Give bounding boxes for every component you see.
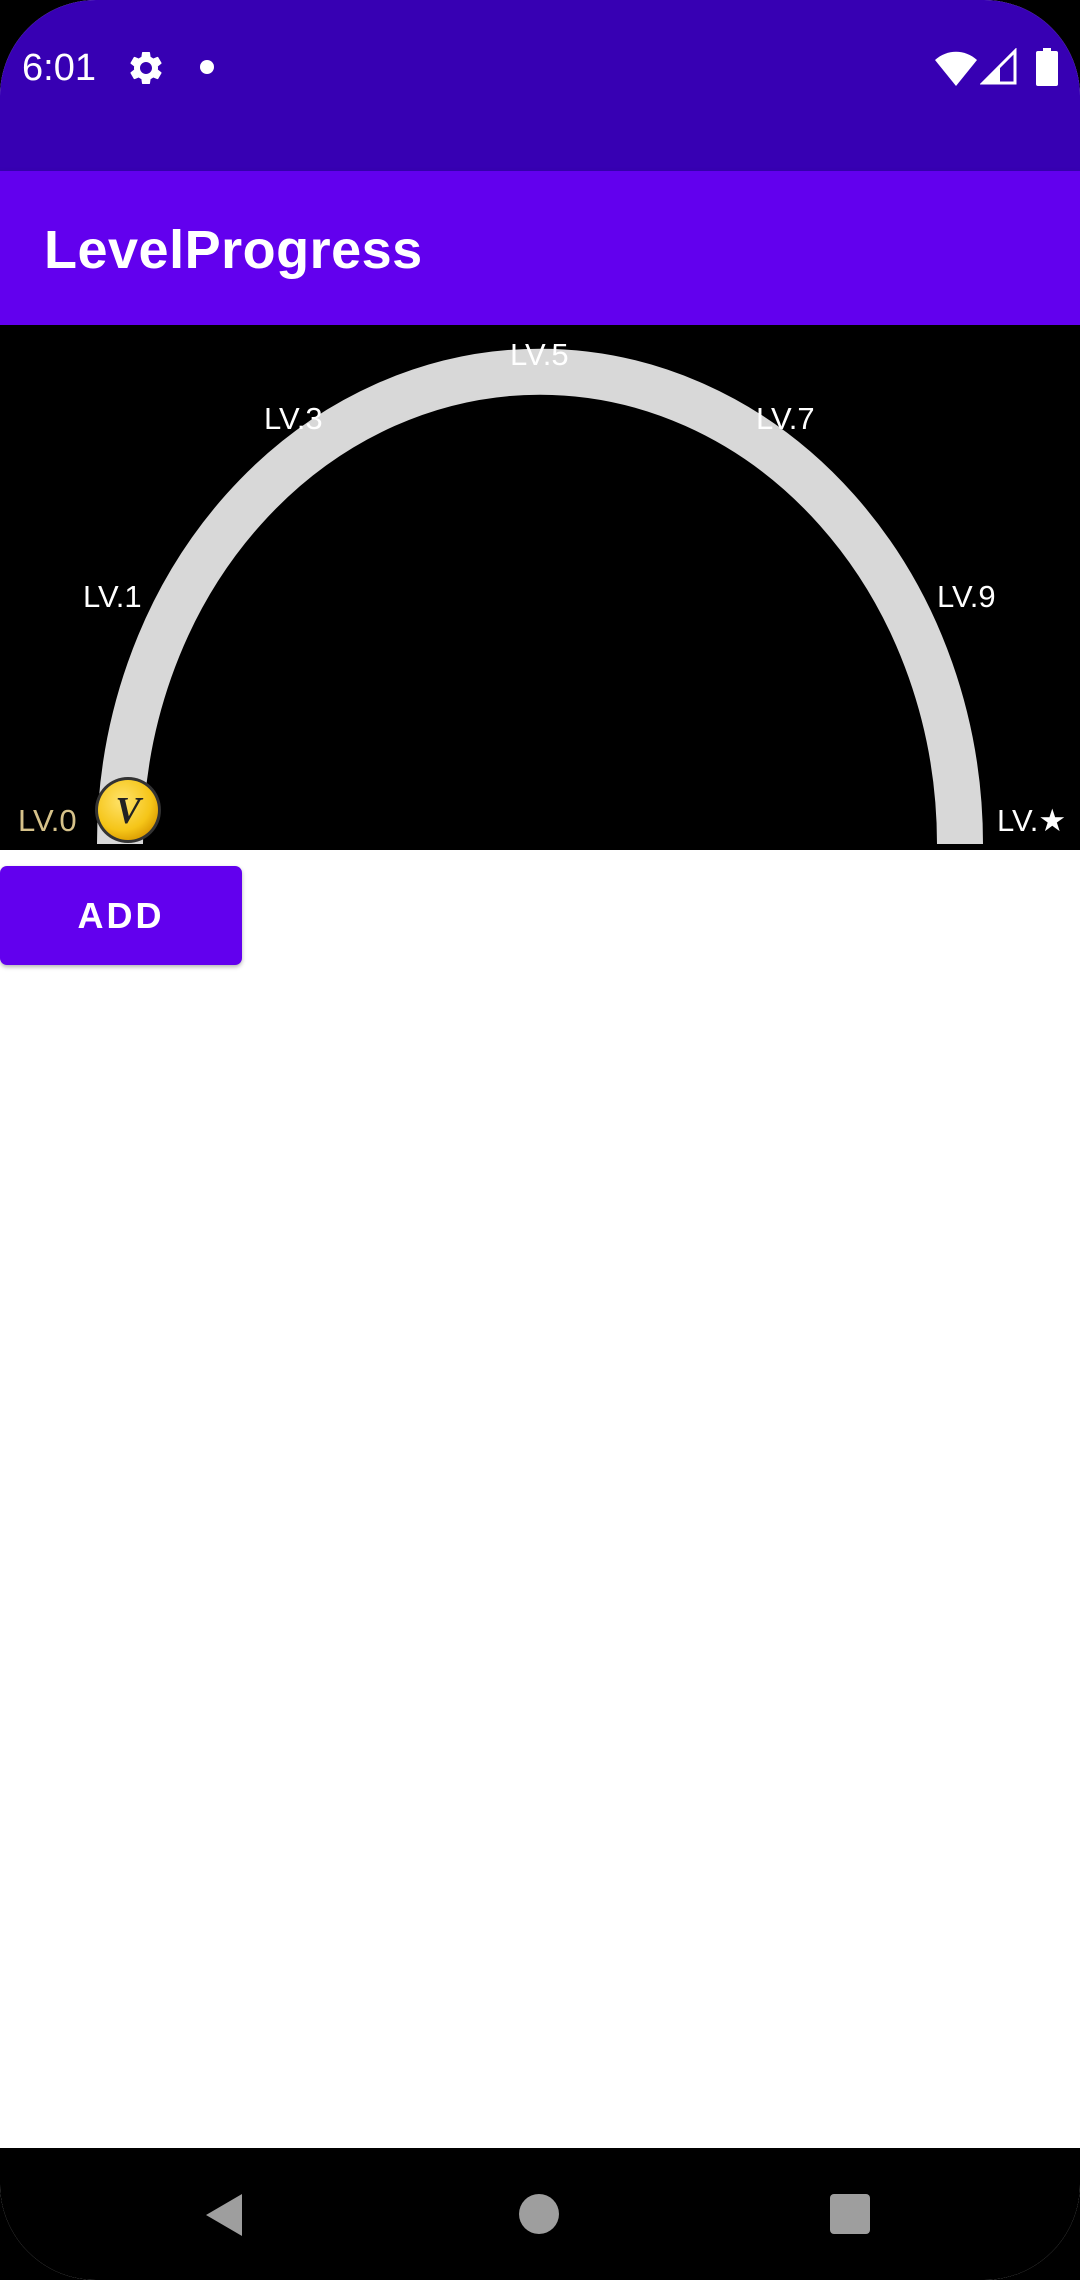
level-label-lv0: LV.0 xyxy=(18,803,77,838)
wifi-icon xyxy=(935,51,977,86)
level-label-lv7: LV.7 xyxy=(756,401,815,436)
level-progress-view: LV.0 LV.1 LV.3 LV.5 LV.7 LV.9 LV.★ V xyxy=(0,325,1080,850)
coin-letter: V xyxy=(115,790,143,832)
status-bar: 6:01 xyxy=(0,0,1080,171)
home-icon[interactable] xyxy=(519,2194,559,2234)
navigation-bar xyxy=(0,2148,1080,2280)
notification-dot-icon xyxy=(200,60,214,74)
level-arc-track xyxy=(97,348,983,845)
cell-signal-icon xyxy=(980,48,1017,85)
back-icon[interactable] xyxy=(204,2192,244,2238)
recents-icon[interactable] xyxy=(830,2194,870,2234)
gear-icon xyxy=(130,51,162,84)
phone-screen: 6:01 LevelProgress LV.0 LV.1 LV.3 LV.5 L… xyxy=(0,0,1080,2280)
level-label-lv5: LV.5 xyxy=(510,337,569,372)
battery-icon xyxy=(1036,48,1058,86)
level-coin-icon: V xyxy=(95,777,161,843)
app-title: LevelProgress xyxy=(44,220,423,280)
add-button[interactable]: ADD xyxy=(0,866,242,965)
level-label-lv1: LV.1 xyxy=(83,579,142,614)
app-bar: LevelProgress xyxy=(0,171,1080,325)
level-label-lv-star: LV.★ xyxy=(997,803,1067,838)
level-label-lv9: LV.9 xyxy=(937,579,996,614)
level-label-lv3: LV.3 xyxy=(264,401,323,436)
status-time: 6:01 xyxy=(22,47,96,89)
level-arc xyxy=(97,348,983,845)
